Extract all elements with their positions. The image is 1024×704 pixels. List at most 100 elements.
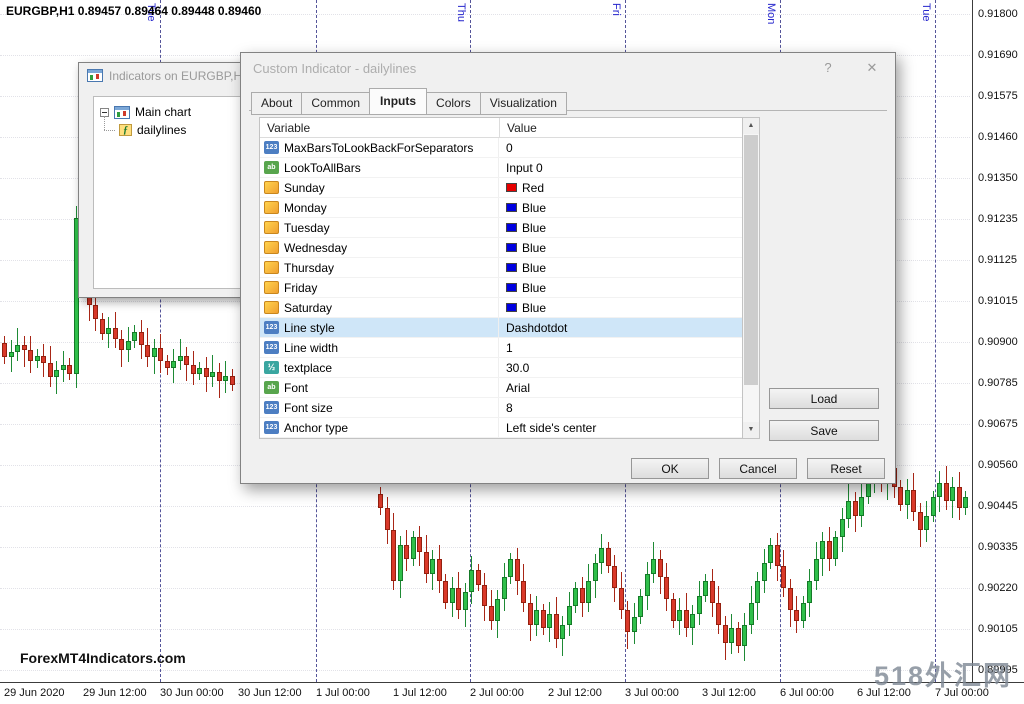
candle-down: [385, 508, 390, 530]
save-button[interactable]: Save: [769, 420, 879, 441]
candle-up: [430, 559, 435, 574]
custom-indicator-titlebar[interactable]: Custom Indicator - dailylines ? ✕: [241, 53, 895, 83]
candle-down: [22, 345, 27, 350]
reset-button[interactable]: Reset: [807, 458, 885, 479]
param-value: Dashdotdot: [499, 321, 742, 335]
param-value-text: 1: [506, 341, 513, 355]
param-row-monday[interactable]: MondayBlue: [260, 198, 742, 218]
param-value-text: Blue: [522, 261, 546, 275]
scrollbar-thumb[interactable]: [744, 135, 758, 385]
param-name: Anchor type: [284, 418, 499, 437]
param-row-sunday[interactable]: SundayRed: [260, 178, 742, 198]
column-header-value[interactable]: Value: [500, 118, 742, 137]
color-type-icon: [264, 241, 279, 254]
candle-down: [911, 490, 916, 512]
param-name: Line width: [284, 338, 499, 357]
candle-down: [671, 599, 676, 621]
candle-up: [197, 368, 202, 373]
tab-common[interactable]: Common: [301, 92, 370, 115]
param-row-line-width[interactable]: 123Line width1: [260, 338, 742, 358]
tab-strip: AboutCommonInputsColorsVisualization: [251, 90, 566, 114]
load-button[interactable]: Load: [769, 388, 879, 409]
param-value-text: Blue: [522, 301, 546, 315]
time-label: 3 Jul 12:00: [702, 687, 756, 699]
column-header-variable[interactable]: Variable: [260, 118, 500, 137]
param-value: Arial: [499, 381, 742, 395]
candle-up: [801, 603, 806, 621]
candle-up: [560, 625, 565, 640]
candle-down: [853, 501, 858, 516]
indicators-dialog-title: Indicators on EURGBP,H1: [109, 69, 249, 83]
price-label: 0.90105: [978, 623, 1018, 635]
candle-up: [593, 563, 598, 581]
candle-down: [736, 628, 741, 646]
param-row-textplace[interactable]: ½textplace30.0: [260, 358, 742, 378]
mt4-window: TueThuFriMonTue EURGBP,H1 0.89457 0.8946…: [0, 0, 1024, 704]
tab-inputs[interactable]: Inputs: [369, 88, 427, 115]
param-row-friday[interactable]: FridayBlue: [260, 278, 742, 298]
str-type-icon: ab: [264, 161, 279, 174]
candle-up: [106, 328, 111, 333]
scrollbar-down-icon[interactable]: ▼: [743, 422, 759, 438]
param-row-font-size[interactable]: 123Font size8: [260, 398, 742, 418]
param-name: Thursday: [284, 258, 499, 277]
tree-item-label: Main chart: [135, 105, 191, 119]
price-label: 0.91125: [978, 254, 1017, 266]
param-row-thursday[interactable]: Thursday Blue: [260, 258, 742, 278]
candle-down: [424, 552, 429, 574]
candle-down: [145, 345, 150, 358]
candle-down: [48, 363, 53, 378]
param-row-maxbarstolookbackforseparators[interactable]: 123MaxBarsToLookBackForSeparators0: [260, 138, 742, 158]
candle-up: [463, 592, 468, 610]
tab-about[interactable]: About: [251, 92, 302, 115]
symbol-quote: EURGBP,H1 0.89457 0.89464 0.89448 0.8946…: [6, 4, 261, 18]
candle-up: [742, 625, 747, 647]
candle-up: [534, 610, 539, 625]
candle-down: [391, 530, 396, 581]
color-type-icon: [264, 181, 279, 194]
param-row-line-style[interactable]: 123Line styleDashdotdot: [260, 318, 742, 338]
color-type-icon: [264, 221, 279, 234]
param-row-tuesday[interactable]: TuesdayBlue: [260, 218, 742, 238]
candle-down: [113, 328, 118, 339]
candle-up: [729, 628, 734, 643]
candle-down: [794, 610, 799, 621]
candle-down: [918, 512, 923, 530]
tab-colors[interactable]: Colors: [426, 92, 481, 115]
candle-up: [846, 501, 851, 519]
candle-down: [119, 339, 124, 350]
param-name: Font size: [284, 398, 499, 417]
close-icon[interactable]: ✕: [863, 60, 881, 76]
param-name: Font: [284, 378, 499, 397]
param-row-saturday[interactable]: Saturday Blue: [260, 298, 742, 318]
candle-up: [755, 581, 760, 603]
candle-down: [944, 483, 949, 501]
param-value-text: Blue: [522, 201, 546, 215]
time-axis[interactable]: 29 Jun 202029 Jun 12:0030 Jun 00:0030 Ju…: [0, 682, 1024, 704]
param-name: Sunday: [284, 178, 499, 197]
param-row-looktoallbars[interactable]: abLookToAllBarsInput 0: [260, 158, 742, 178]
param-row-font[interactable]: abFontArial: [260, 378, 742, 398]
tab-visualization[interactable]: Visualization: [480, 92, 567, 115]
table-scrollbar[interactable]: ▲ ▼: [743, 117, 760, 439]
cancel-button[interactable]: Cancel: [719, 458, 797, 479]
ok-button[interactable]: OK: [631, 458, 709, 479]
price-axis[interactable]: 0.918000.916900.915750.914600.913500.912…: [972, 0, 1024, 682]
candle-down: [658, 559, 663, 577]
color-swatch: [506, 263, 517, 272]
candle-up: [931, 497, 936, 515]
param-row-wednesday[interactable]: WednesdayBlue: [260, 238, 742, 258]
candle-wick: [180, 339, 181, 370]
candle-down: [515, 559, 520, 581]
param-row-anchor-type[interactable]: 123Anchor typeLeft side's center: [260, 418, 742, 438]
candle-up: [859, 497, 864, 515]
param-name: Saturday: [284, 298, 499, 317]
candle-down: [404, 545, 409, 560]
param-value: 30.0: [499, 361, 742, 375]
candle-up: [924, 516, 929, 531]
candle-down: [528, 603, 533, 625]
candle-down: [606, 548, 611, 566]
scrollbar-up-icon[interactable]: ▲: [743, 118, 759, 134]
candle-up: [833, 537, 838, 559]
help-button[interactable]: ?: [819, 60, 837, 75]
